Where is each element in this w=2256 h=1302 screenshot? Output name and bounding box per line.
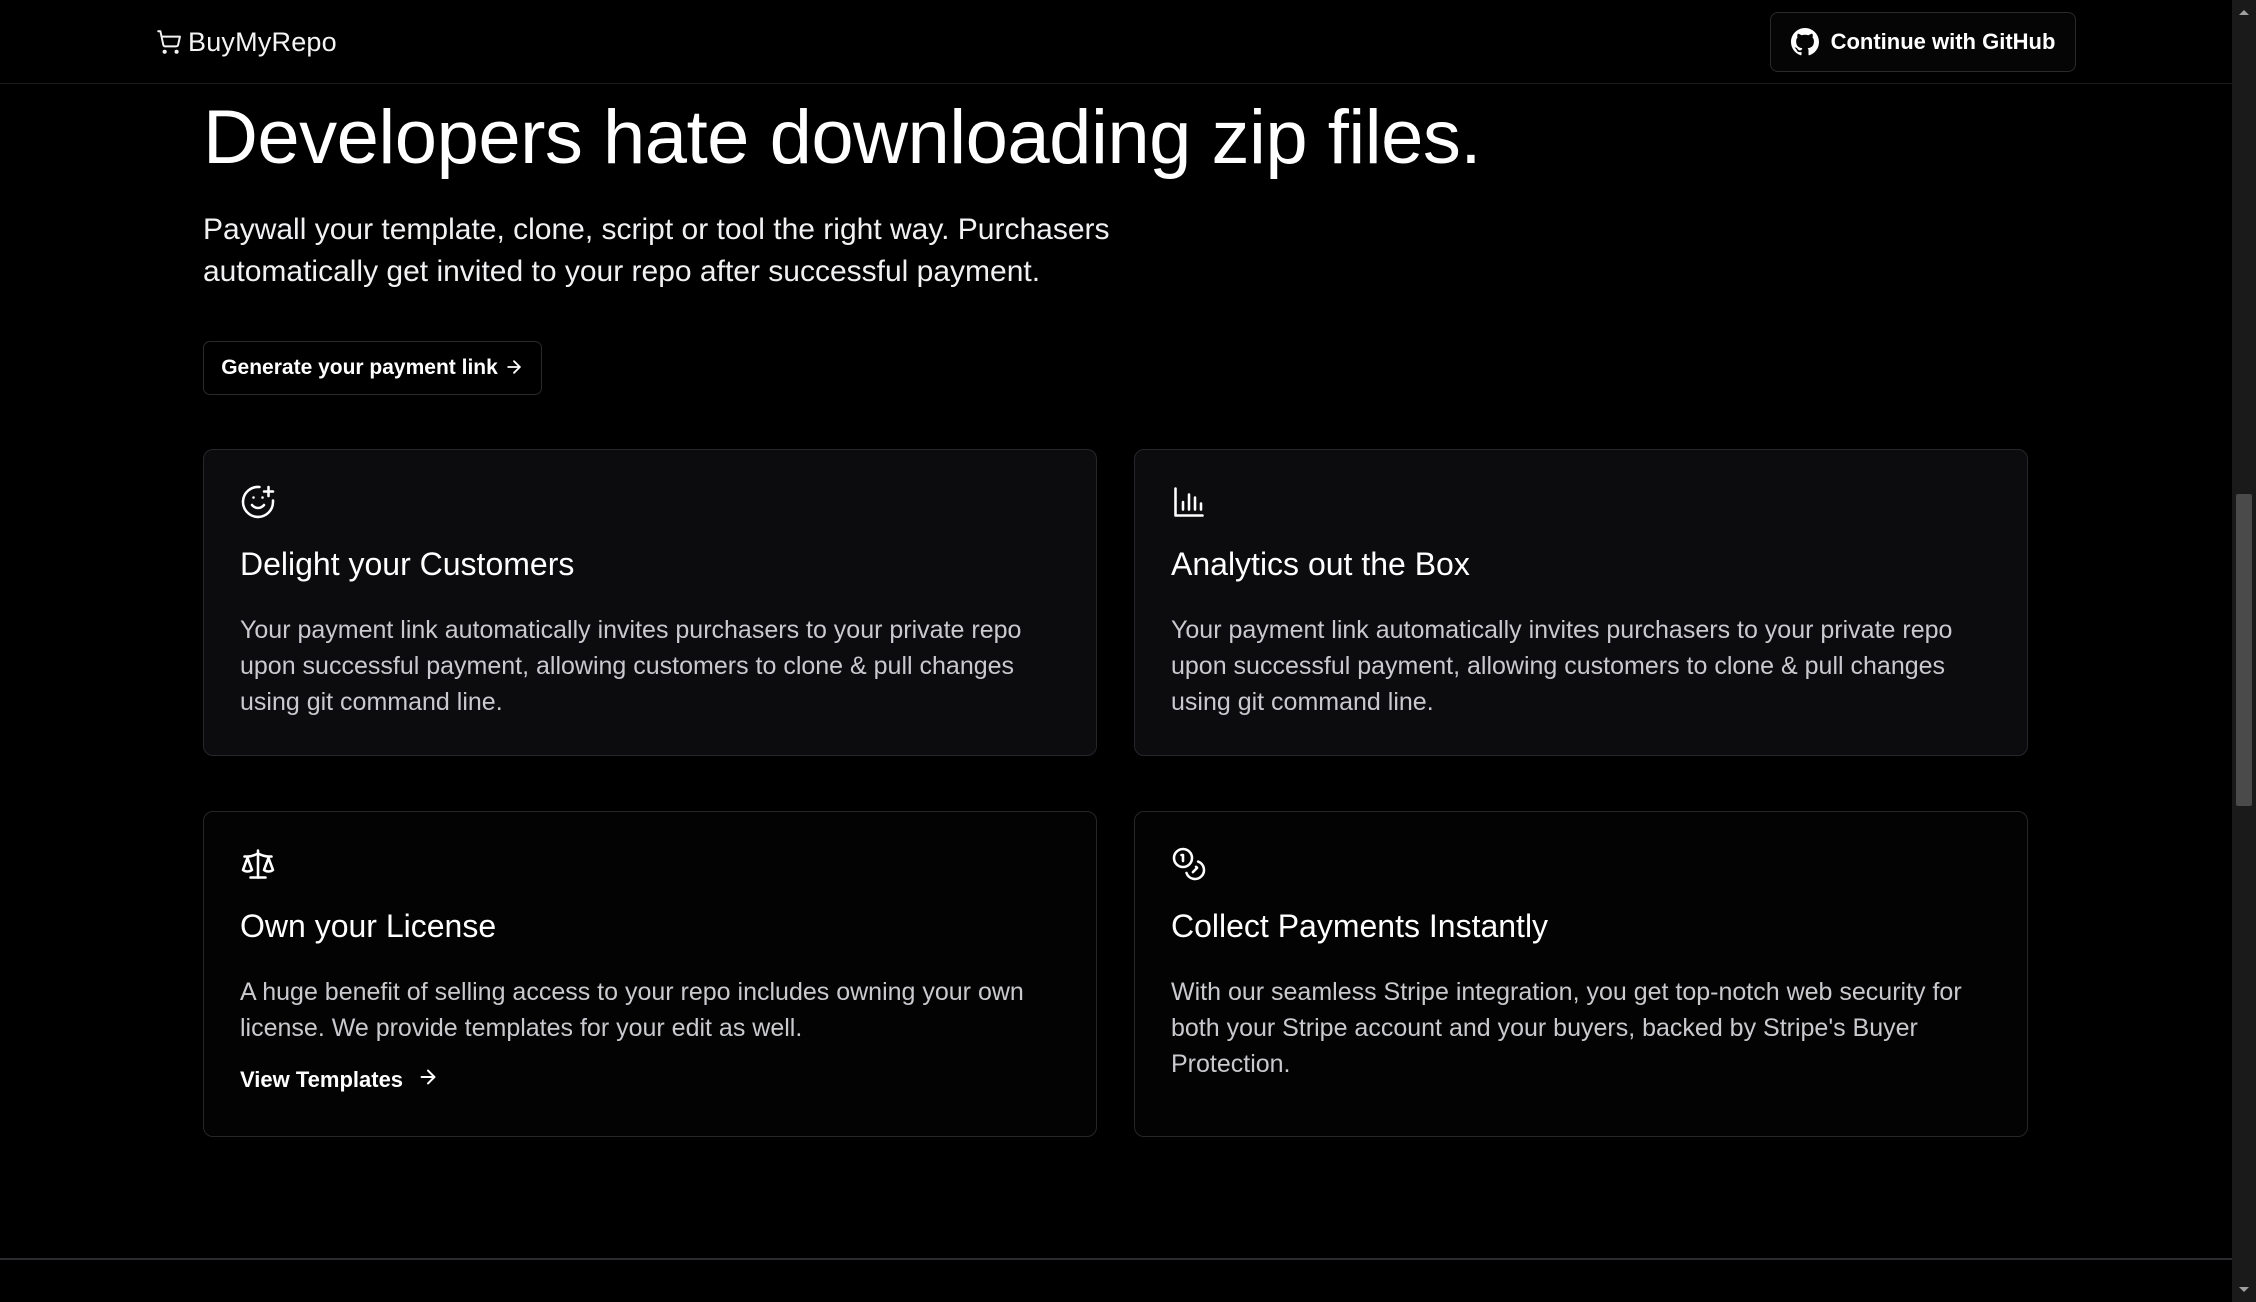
scroll-down-icon[interactable] xyxy=(2232,1278,2256,1302)
hero-title: Developers hate downloading zip files. xyxy=(203,95,1482,180)
bar-chart-icon xyxy=(1171,484,1207,520)
page-scrollbar[interactable] xyxy=(2232,0,2256,1302)
feature-description: With our seamless Stripe integration, yo… xyxy=(1171,978,1962,1078)
brand-name: BuyMyRepo xyxy=(188,26,337,57)
view-templates-label: View Templates xyxy=(240,1066,404,1092)
feature-title: Collect Payments Instantly xyxy=(1171,908,1549,944)
generate-payment-link-button[interactable]: Generate your payment link xyxy=(203,341,542,395)
github-button-label: Continue with GitHub xyxy=(1830,29,2056,54)
scroll-up-icon[interactable] xyxy=(2232,0,2256,24)
continue-with-github-button[interactable]: Continue with GitHub xyxy=(1770,12,2076,72)
smile-plus-icon xyxy=(240,484,276,520)
cart-icon xyxy=(156,29,182,55)
view-templates-link[interactable]: View Templates xyxy=(240,1066,439,1093)
navbar: BuyMyRepo Continue with GitHub xyxy=(0,0,2232,84)
arrow-right-icon xyxy=(504,357,524,380)
scrollbar-thumb[interactable] xyxy=(2236,494,2252,806)
feature-card-analytics: Analytics out the Box Your payment link … xyxy=(1134,449,2028,756)
feature-title: Own your License xyxy=(240,908,497,944)
scale-icon xyxy=(240,846,276,882)
feature-title: Delight your Customers xyxy=(240,546,575,582)
feature-description: Your payment link automatically invites … xyxy=(1171,616,1953,716)
brand-link[interactable]: BuyMyRepo xyxy=(156,22,337,62)
cta-label: Generate your payment link xyxy=(221,356,498,379)
coins-icon xyxy=(1171,846,1207,882)
feature-description: A huge benefit of selling access to your… xyxy=(240,978,1024,1042)
feature-card-delight-customers: Delight your Customers Your payment link… xyxy=(203,449,1097,756)
footer-divider xyxy=(0,1258,2232,1260)
github-icon xyxy=(1790,28,1819,56)
feature-title: Analytics out the Box xyxy=(1171,546,1470,582)
feature-card-own-license: Own your License A huge benefit of selli… xyxy=(203,811,1097,1137)
arrow-right-icon xyxy=(417,1066,439,1093)
feature-description: Your payment link automatically invites … xyxy=(240,616,1022,716)
hero-subtitle: Paywall your template, clone, script or … xyxy=(203,213,1110,288)
feature-card-collect-payments: Collect Payments Instantly With our seam… xyxy=(1134,811,2028,1137)
